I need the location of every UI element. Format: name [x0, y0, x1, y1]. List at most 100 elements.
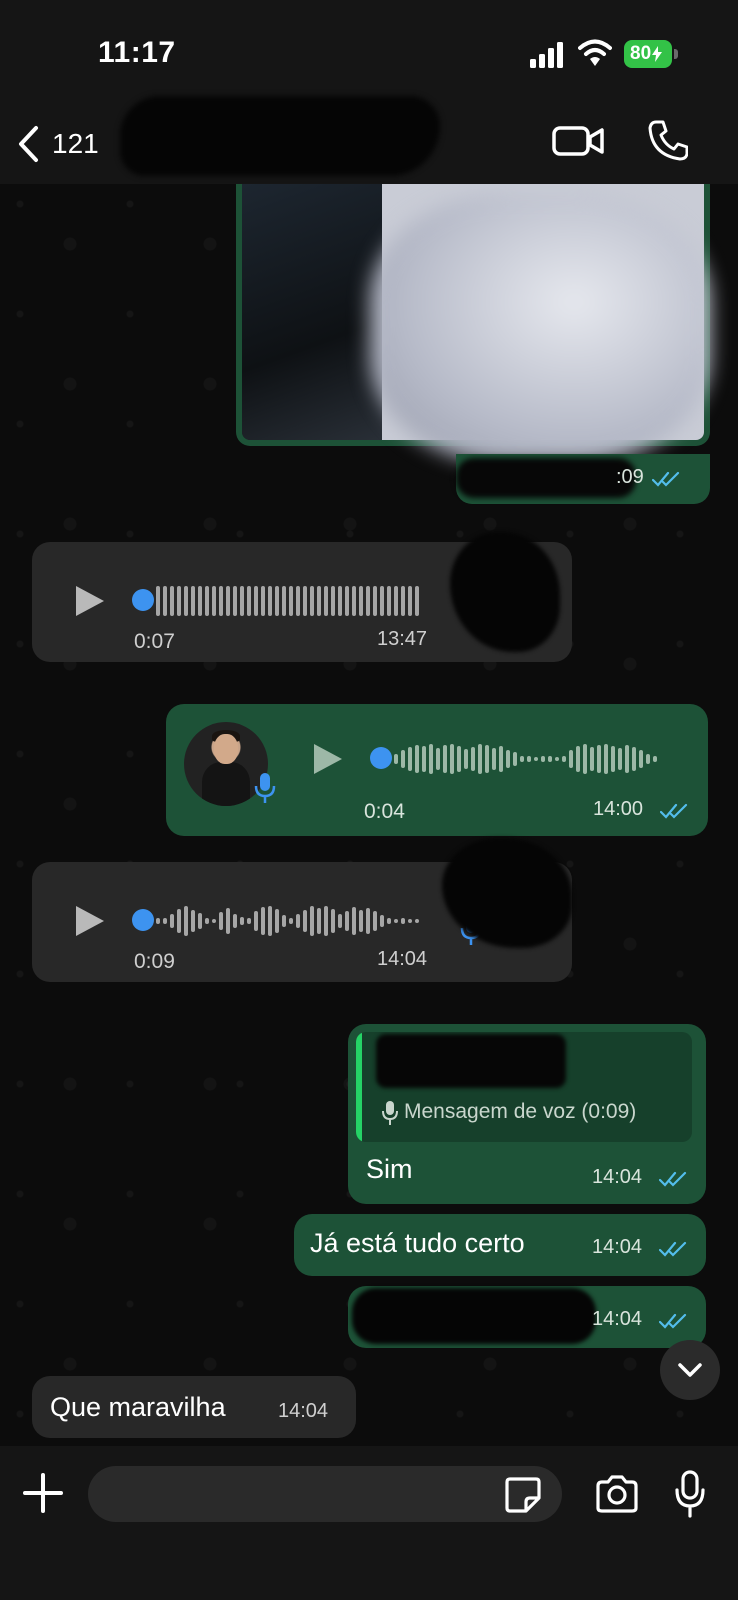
contact-name[interactable] — [120, 96, 440, 176]
battery-indicator: 80 — [624, 40, 672, 68]
camera-icon[interactable] — [594, 1474, 640, 1514]
waveform-bar — [366, 908, 370, 934]
waveform-bar — [289, 586, 293, 616]
waveform[interactable] — [156, 904, 419, 938]
waveform-bar — [191, 586, 195, 616]
waveform-bar — [443, 745, 447, 773]
voice-message: 0:07 13:47 — [32, 532, 572, 662]
waveform-bar — [359, 586, 363, 616]
waveform-bar — [408, 919, 412, 923]
message-time: 13:47 — [377, 628, 428, 650]
waveform-bar — [611, 746, 615, 772]
waveform-bar — [415, 919, 419, 923]
waveform-bar — [387, 586, 391, 616]
waveform-bar — [415, 586, 419, 616]
mic-icon[interactable] — [674, 1470, 706, 1518]
waveform-bar — [268, 586, 272, 616]
read-ticks-icon — [652, 471, 680, 487]
waveform-bar — [604, 744, 608, 774]
image-caption: :09 — [456, 454, 710, 504]
reply-message[interactable]: Mensagem de voz (0:09) Sim 14:04 — [348, 1024, 706, 1204]
waveform-bar — [170, 914, 174, 928]
charging-bolt-icon — [652, 46, 663, 62]
plus-icon[interactable] — [22, 1472, 64, 1514]
waveform-bar — [212, 586, 216, 616]
waveform-bar — [184, 586, 188, 616]
waveform-bar — [415, 745, 419, 773]
chat-area[interactable]: :09 0:07 13:47 0:04 14:00 0:09 14:04 Men… — [0, 184, 738, 1446]
waveform-bar — [303, 910, 307, 932]
image-content — [242, 184, 382, 440]
waveform-bar — [527, 756, 531, 762]
waveform-bar — [198, 586, 202, 616]
unread-count: 121 — [52, 128, 99, 159]
voice-duration: 0:07 — [134, 630, 175, 653]
text-message[interactable]: 14:04 — [348, 1286, 706, 1348]
waveform-bar — [387, 918, 391, 924]
waveform-bar — [198, 913, 202, 929]
message-text: Sim — [366, 1154, 413, 1184]
waveform-bar — [506, 750, 510, 768]
waveform-bar — [261, 586, 265, 616]
read-ticks-icon — [660, 803, 688, 819]
waveform-bar — [317, 586, 321, 616]
play-icon[interactable] — [312, 742, 344, 776]
text-message[interactable]: Que maravilha 14:04 — [32, 1376, 356, 1438]
wifi-icon — [578, 39, 612, 66]
waveform-bar — [212, 919, 216, 923]
chat-header: 121 — [0, 96, 738, 184]
waveform-bar — [366, 586, 370, 616]
voice-duration: 0:09 — [134, 950, 175, 973]
playback-position[interactable] — [370, 747, 392, 769]
waveform-bar — [408, 586, 412, 616]
mic-icon — [382, 1101, 398, 1125]
waveform-bar — [184, 906, 188, 936]
waveform-bar — [338, 914, 342, 928]
waveform-bar — [310, 586, 314, 616]
waveform-bar — [163, 586, 167, 616]
waveform-bar — [226, 586, 230, 616]
scroll-to-bottom-button[interactable] — [660, 1340, 720, 1400]
waveform-bar — [268, 906, 272, 936]
waveform-bar — [394, 754, 398, 764]
message-input[interactable] — [88, 1466, 562, 1522]
message-time: 14:04 — [377, 948, 428, 970]
waveform[interactable] — [156, 584, 419, 618]
waveform-bar — [408, 747, 412, 771]
redaction-mark — [456, 458, 636, 498]
quoted-message[interactable]: Mensagem de voz (0:09) — [356, 1032, 692, 1142]
video-call-icon[interactable] — [552, 120, 604, 160]
waveform-bar — [520, 756, 524, 762]
play-icon[interactable] — [74, 584, 106, 618]
back-button[interactable]: 121 — [16, 122, 99, 166]
waveform-bar — [590, 747, 594, 771]
waveform-bar — [485, 745, 489, 773]
composer-bar — [0, 1446, 738, 1600]
waveform-bar — [429, 744, 433, 774]
waveform-bar — [359, 910, 363, 932]
waveform-bar — [282, 915, 286, 927]
waveform-bar — [296, 586, 300, 616]
cellular-signal-icon — [530, 42, 563, 68]
waveform[interactable] — [394, 742, 657, 776]
text-message[interactable]: Já está tudo certo 14:04 — [294, 1214, 706, 1276]
playback-position[interactable] — [132, 589, 154, 611]
sticker-icon[interactable] — [504, 1476, 542, 1514]
phone-icon[interactable] — [648, 118, 688, 162]
waveform-bar — [639, 750, 643, 768]
waveform-bar — [240, 917, 244, 925]
waveform-bar — [331, 586, 335, 616]
playback-position[interactable] — [132, 909, 154, 931]
waveform-bar — [380, 586, 384, 616]
waveform-bar — [373, 586, 377, 616]
waveform-bar — [345, 586, 349, 616]
status-time: 11:17 — [98, 36, 176, 69]
play-icon[interactable] — [74, 904, 106, 938]
waveform-bar — [331, 909, 335, 933]
mic-icon — [254, 773, 276, 803]
message-time: 14:04 — [592, 1166, 643, 1188]
waveform-bar — [261, 907, 265, 935]
voice-duration: 0:04 — [364, 800, 405, 823]
waveform-bar — [541, 756, 545, 762]
waveform-bar — [464, 749, 468, 769]
